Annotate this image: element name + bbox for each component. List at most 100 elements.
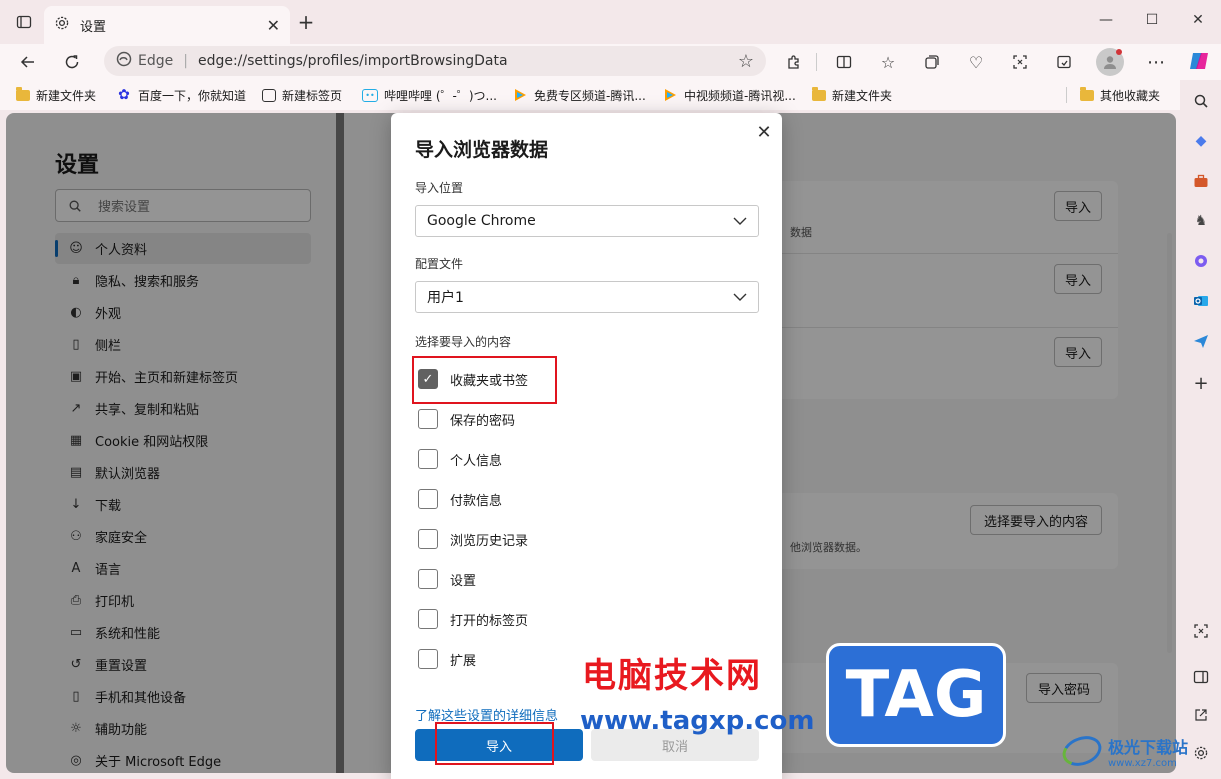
checkbox[interactable] (418, 569, 438, 589)
games-icon[interactable]: ♞ (1188, 208, 1214, 234)
tencent-video-icon (512, 87, 528, 103)
favorite-label: 新建标签页 (282, 88, 343, 103)
maximize-button[interactable]: ☐ (1132, 8, 1172, 32)
page-scrollbar[interactable] (1167, 233, 1172, 653)
checkbox[interactable] (418, 609, 438, 629)
checkbox-history[interactable]: 浏览历史记录 (418, 528, 528, 550)
logo-text: 极光下载站 (1108, 737, 1189, 757)
hide-sidebar-icon[interactable] (1188, 664, 1214, 690)
import-from-label: 导入位置 (415, 181, 464, 195)
choose-content-label: 选择要导入的内容 (415, 335, 512, 349)
import-from-select[interactable]: Google Chrome (415, 205, 759, 237)
folder-icon (1080, 86, 1094, 101)
toolbar-divider (816, 53, 817, 71)
checkbox-extensions[interactable]: 扩展 (418, 648, 476, 670)
favorites-bar: 新建文件夹 ✿ 百度一下，你就知道 新建标签页 •• 哔哩哔哩 (゜-゜)つ..… (0, 80, 1180, 110)
browser-essentials-icon[interactable] (1050, 48, 1078, 76)
split-screen-icon[interactable] (830, 48, 858, 76)
address-brand: Edge (138, 53, 174, 69)
profile-value: 用户1 (427, 290, 464, 306)
navigation-toolbar: Edge | edge://settings/profiles/importBr… (0, 44, 1221, 80)
collections-icon[interactable] (918, 48, 946, 76)
microsoft365-icon[interactable] (1188, 248, 1214, 274)
favorite-item[interactable]: 新建文件夹 (16, 86, 96, 104)
copilot-icon[interactable] (1184, 46, 1214, 76)
chevron-down-icon (733, 290, 747, 304)
checkbox[interactable] (418, 489, 438, 509)
checkbox[interactable] (418, 449, 438, 469)
checkbox-label: 个人信息 (450, 453, 503, 469)
close-icon[interactable]: ✕ (753, 121, 775, 143)
favorite-item[interactable]: 中视频频道-腾讯视... (662, 86, 796, 104)
checkbox-label: 扩展 (450, 653, 477, 669)
checkbox-open-tabs[interactable]: 打开的标签页 (418, 608, 528, 630)
chevron-down-icon (733, 214, 747, 228)
favorites-divider (1066, 87, 1067, 103)
notification-dot (1116, 49, 1122, 55)
aurora-logo-icon (1058, 731, 1106, 771)
highlight-box-favorites (412, 356, 557, 404)
edge-icon (116, 51, 132, 71)
title-bar: 设置 ✕ + — ☐ ✕ (0, 0, 1221, 44)
shopping-tag-icon[interactable]: ◆ (1188, 128, 1214, 154)
send-icon[interactable] (1188, 328, 1214, 354)
add-sidebar-icon[interactable]: + (1188, 370, 1214, 396)
screenshot-icon[interactable] (1006, 48, 1034, 76)
sidebar-screenshot-icon[interactable] (1188, 618, 1214, 644)
import-from-value: Google Chrome (427, 213, 536, 229)
address-url[interactable]: edge://settings/profiles/importBrowsingD… (198, 53, 738, 69)
open-external-icon[interactable] (1188, 702, 1214, 728)
favorite-item[interactable]: ✿ 百度一下，你就知道 (116, 86, 246, 104)
favorite-label: 百度一下，你就知道 (138, 88, 247, 103)
tab-actions-icon[interactable] (10, 8, 38, 36)
newtab-icon (262, 88, 276, 102)
folder-icon (812, 86, 826, 101)
profile-select[interactable]: 用户1 (415, 281, 759, 313)
logo-url: www.xz7.com (1108, 757, 1177, 769)
checkbox-personal-info[interactable]: 个人信息 (418, 448, 502, 470)
favorite-item[interactable]: •• 哔哩哔哩 (゜-゜)つ... (362, 86, 497, 104)
checkbox-label: 设置 (450, 573, 477, 589)
favorites-icon[interactable]: ☆ (874, 48, 902, 76)
back-icon[interactable] (14, 48, 42, 76)
new-tab-icon[interactable]: + (292, 8, 320, 36)
minimize-button[interactable]: — (1086, 8, 1126, 32)
watermark-download-logo: 极光下载站 www.xz7.com (1058, 726, 1220, 776)
tab-settings[interactable]: 设置 ✕ (44, 6, 290, 44)
highlight-box-import (435, 722, 554, 765)
address-separator: | (183, 53, 188, 69)
favorite-item[interactable]: 免费专区频道-腾讯... (512, 86, 646, 104)
other-favorites[interactable]: 其他收藏夹 (1080, 86, 1160, 104)
close-window-button[interactable]: ✕ (1178, 8, 1218, 32)
checkbox-payment-info[interactable]: 付款信息 (418, 488, 502, 510)
refresh-icon[interactable] (58, 48, 86, 76)
bilibili-icon: •• (362, 88, 378, 102)
add-favorite-icon[interactable]: ☆ (738, 51, 754, 72)
checkbox[interactable] (418, 649, 438, 669)
dialog-title: 导入浏览器数据 (415, 139, 549, 161)
performance-icon[interactable]: ♡ (962, 48, 990, 76)
toolbox-icon[interactable] (1188, 168, 1214, 194)
favorite-label: 中视频频道-腾讯视... (684, 88, 796, 103)
gear-icon (54, 15, 70, 35)
search-icon[interactable] (1188, 88, 1214, 114)
address-bar[interactable]: Edge | edge://settings/profiles/importBr… (104, 46, 766, 76)
checkbox-settings[interactable]: 设置 (418, 568, 476, 590)
checkbox-passwords[interactable]: 保存的密码 (418, 408, 515, 430)
outlook-icon[interactable] (1188, 288, 1214, 314)
profile-label: 配置文件 (415, 257, 464, 271)
watermark-site-name: 电脑技术网 (582, 656, 762, 696)
extensions-icon[interactable] (780, 48, 808, 76)
tab-title: 设置 (80, 19, 107, 35)
watermark-tag-logo: TAG (826, 643, 1006, 747)
favorite-item[interactable]: 新建标签页 (262, 86, 342, 104)
checkbox-label: 保存的密码 (450, 413, 516, 429)
edge-sidebar: ◆ ♞ + (1180, 80, 1221, 779)
checkbox[interactable] (418, 409, 438, 429)
tencent-video-icon (662, 87, 678, 103)
tab-close-icon[interactable]: ✕ (267, 16, 280, 35)
favorite-item[interactable]: 新建文件夹 (812, 86, 892, 104)
more-options-icon[interactable]: ⋯ (1142, 48, 1170, 76)
checkbox[interactable] (418, 529, 438, 549)
favorite-label: 新建文件夹 (36, 88, 97, 103)
